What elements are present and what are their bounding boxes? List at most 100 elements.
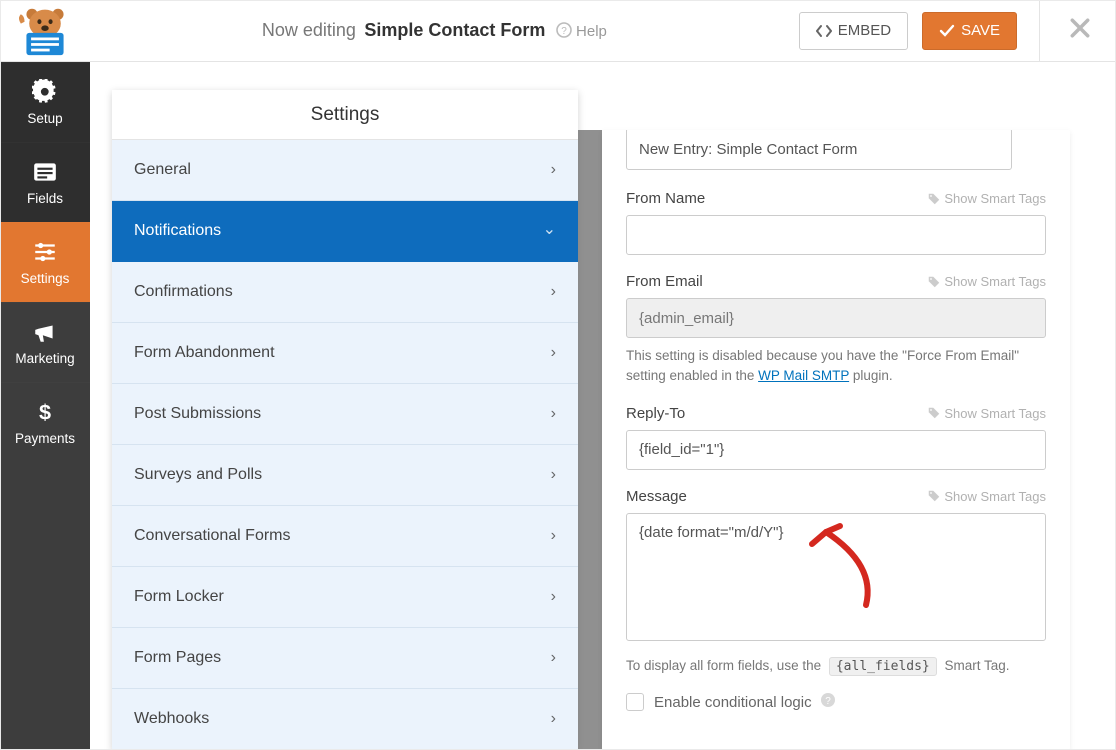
tag-icon (928, 193, 940, 205)
vertical-nav: Setup Fields Settings Marketing $ Paymen… (0, 62, 90, 750)
embed-button[interactable]: EMBED (799, 12, 908, 50)
conditional-logic-label: Enable conditional logic (654, 694, 812, 711)
message-hint: To display all form fields, use the {all… (626, 658, 1046, 674)
from-email-label: From Email (626, 273, 703, 290)
check-icon (939, 23, 955, 39)
help-icon[interactable]: ? (820, 692, 836, 713)
reply-to-label: Reply-To (626, 405, 685, 422)
vnav-settings[interactable]: Settings (0, 222, 90, 302)
close-button[interactable] (1062, 17, 1098, 44)
title-prefix: Now editing (262, 20, 356, 40)
settings-panel: Settings General › Notifications ⌄ Confi… (112, 90, 578, 750)
sliders-icon (32, 239, 58, 265)
smart-tags-label: Show Smart Tags (944, 406, 1046, 421)
hint-text: Smart Tag. (945, 658, 1010, 673)
smart-tags-link[interactable]: Show Smart Tags (928, 489, 1046, 504)
wp-mail-smtp-link[interactable]: WP Mail SMTP (758, 368, 849, 383)
chevron-right-icon: › (551, 405, 556, 423)
entry-title-input[interactable] (626, 130, 1012, 170)
panel-item-notifications[interactable]: Notifications ⌄ (112, 201, 578, 262)
tag-icon (928, 490, 940, 502)
from-email-input (626, 298, 1046, 338)
chevron-right-icon: › (551, 710, 556, 728)
tag-icon (928, 407, 940, 419)
panel-item-label: Form Pages (134, 649, 221, 667)
wpforms-logo (0, 0, 90, 61)
help-link[interactable]: ? Help (556, 23, 607, 40)
panel-title: Settings (112, 90, 578, 140)
smart-tags-label: Show Smart Tags (944, 274, 1046, 289)
panel-shadow-strip (578, 130, 602, 750)
chevron-right-icon: › (551, 283, 556, 301)
panel-item-webhooks[interactable]: Webhooks › (112, 689, 578, 750)
panel-item-label: General (134, 161, 191, 179)
vnav-setup[interactable]: Setup (0, 62, 90, 142)
message-textarea[interactable] (626, 513, 1046, 641)
chevron-down-icon: ⌄ (543, 219, 556, 239)
code-icon (816, 23, 832, 39)
hint-text: To display all form fields, use the (626, 658, 825, 673)
chevron-right-icon: › (551, 466, 556, 484)
smart-tags-label: Show Smart Tags (944, 489, 1046, 504)
from-name-input[interactable] (626, 215, 1046, 255)
svg-text:?: ? (825, 696, 831, 707)
panel-item-label: Post Submissions (134, 405, 261, 423)
conditional-logic-row: Enable conditional logic ? (626, 692, 1046, 713)
vnav-label: Settings (21, 271, 70, 286)
panel-item-surveys-polls[interactable]: Surveys and Polls › (112, 445, 578, 506)
save-button[interactable]: SAVE (922, 12, 1017, 50)
chevron-right-icon: › (551, 527, 556, 545)
save-label: SAVE (961, 22, 1000, 39)
panel-item-label: Form Abandonment (134, 344, 275, 362)
message-label: Message (626, 488, 687, 505)
note-text: plugin. (853, 368, 893, 383)
bullhorn-icon (32, 319, 58, 345)
tag-icon (928, 276, 940, 288)
panel-items: General › Notifications ⌄ Confirmations … (112, 140, 578, 750)
top-bar: Now editing Simple Contact Form ? Help E… (0, 0, 1116, 62)
chevron-right-icon: › (551, 588, 556, 606)
gear-icon (32, 79, 58, 105)
close-icon (1069, 17, 1091, 39)
conditional-logic-checkbox[interactable] (626, 693, 644, 711)
panel-item-label: Conversational Forms (134, 527, 291, 545)
from-name-label: From Name (626, 190, 705, 207)
vnav-payments[interactable]: $ Payments (0, 382, 90, 462)
panel-item-form-pages[interactable]: Form Pages › (112, 628, 578, 689)
panel-item-general[interactable]: General › (112, 140, 578, 201)
from-email-note: This setting is disabled because you hav… (626, 346, 1046, 387)
panel-item-label: Surveys and Polls (134, 466, 262, 484)
vnav-label: Fields (27, 191, 63, 206)
vnav-marketing[interactable]: Marketing (0, 302, 90, 382)
panel-item-confirmations[interactable]: Confirmations › (112, 262, 578, 323)
help-label: Help (576, 23, 607, 40)
reply-to-input[interactable] (626, 430, 1046, 470)
embed-label: EMBED (838, 22, 891, 39)
list-icon (32, 159, 58, 185)
svg-text:?: ? (561, 26, 567, 37)
title-wrap: Now editing Simple Contact Form ? Help (80, 20, 789, 41)
panel-item-post-submissions[interactable]: Post Submissions › (112, 384, 578, 445)
panel-item-label: Confirmations (134, 283, 233, 301)
title-form-name: Simple Contact Form (360, 20, 545, 40)
smart-tags-label: Show Smart Tags (944, 191, 1046, 206)
help-icon: ? (556, 22, 572, 38)
panel-item-form-locker[interactable]: Form Locker › (112, 567, 578, 628)
panel-item-conversational-forms[interactable]: Conversational Forms › (112, 506, 578, 567)
vnav-fields[interactable]: Fields (0, 142, 90, 222)
dollar-icon: $ (32, 399, 58, 425)
all-fields-code: {all_fields} (829, 657, 937, 676)
panel-item-label: Form Locker (134, 588, 224, 606)
smart-tags-link[interactable]: Show Smart Tags (928, 406, 1046, 421)
separator (1039, 0, 1040, 62)
chevron-right-icon: › (551, 344, 556, 362)
panel-item-label: Notifications (134, 222, 221, 240)
svg-text:$: $ (39, 400, 51, 425)
smart-tags-link[interactable]: Show Smart Tags (928, 191, 1046, 206)
vnav-label: Setup (27, 111, 62, 126)
smart-tags-link[interactable]: Show Smart Tags (928, 274, 1046, 289)
vnav-label: Marketing (15, 351, 74, 366)
chevron-right-icon: › (551, 649, 556, 667)
panel-item-label: Webhooks (134, 710, 209, 728)
panel-item-form-abandonment[interactable]: Form Abandonment › (112, 323, 578, 384)
